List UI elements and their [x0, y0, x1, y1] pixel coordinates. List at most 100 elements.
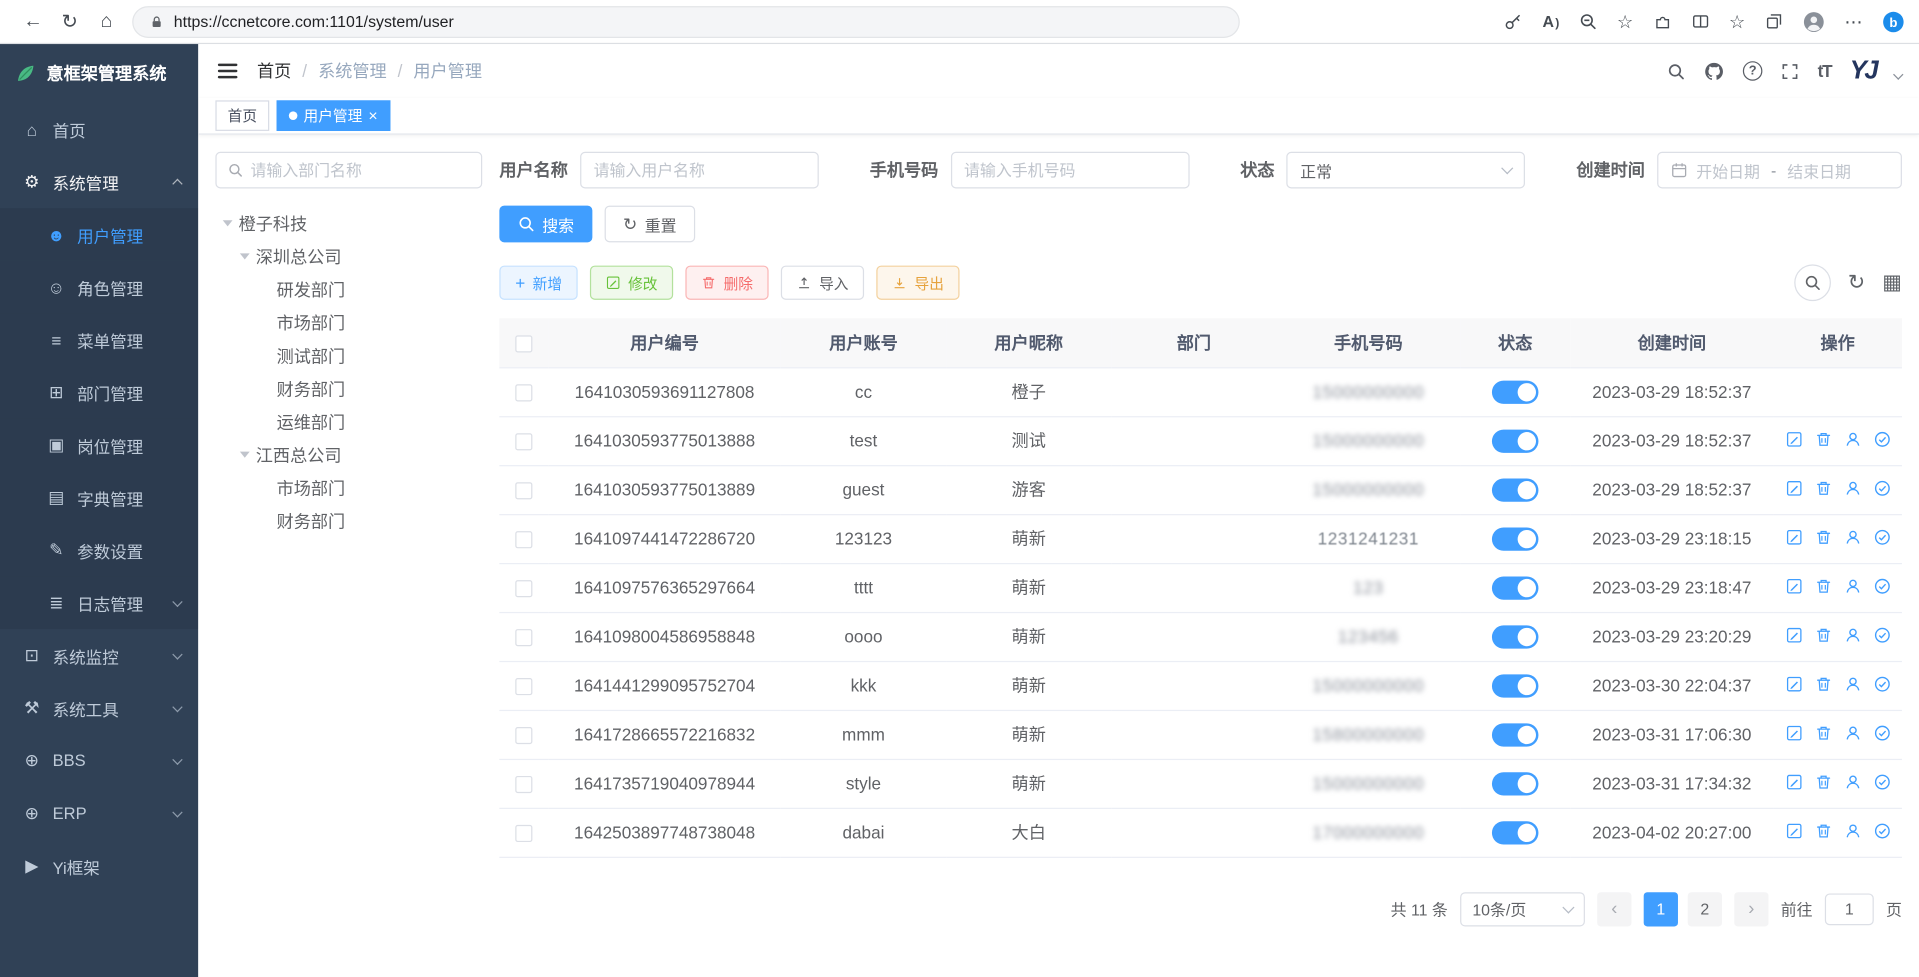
row-assign-role-icon[interactable] — [1873, 479, 1890, 496]
sidebar-menu-item[interactable]: ☻ 用户管理 — [0, 208, 198, 261]
sidebar-menu-item[interactable]: ⊞ 部门管理 — [0, 366, 198, 419]
toggle-search-icon[interactable] — [1794, 264, 1831, 301]
row-assign-role-icon[interactable] — [1873, 626, 1890, 643]
row-reset-password-icon[interactable] — [1844, 773, 1861, 790]
sidebar-menu-item[interactable]: ▤ 字典管理 — [0, 471, 198, 524]
phone-input[interactable] — [964, 161, 1176, 179]
prev-page-button[interactable]: ‹ — [1597, 892, 1631, 926]
address-bar[interactable]: https://ccnetcore.com:1101/system/user — [132, 6, 1240, 38]
github-icon[interactable] — [1704, 61, 1725, 82]
status-toggle[interactable] — [1492, 772, 1539, 795]
row-edit-icon[interactable] — [1785, 479, 1802, 496]
row-assign-role-icon[interactable] — [1873, 724, 1890, 741]
row-checkbox[interactable] — [515, 482, 532, 499]
sidebar-menu-item[interactable]: ⊕ ERP — [0, 787, 198, 840]
row-edit-icon[interactable] — [1785, 724, 1802, 741]
row-delete-icon[interactable] — [1814, 577, 1831, 594]
import-button[interactable]: 导入 — [781, 266, 864, 300]
browser-home-icon[interactable]: ⌂ — [88, 4, 125, 38]
password-key-icon[interactable] — [1505, 12, 1523, 30]
sidebar-menu-item[interactable]: ⚒ 系统工具 — [0, 682, 198, 735]
read-aloud-icon[interactable]: A — [1543, 12, 1560, 30]
status-select[interactable]: 正常 — [1287, 152, 1526, 189]
row-checkbox[interactable] — [515, 531, 532, 548]
row-edit-icon[interactable] — [1785, 773, 1802, 790]
select-all-checkbox[interactable] — [515, 335, 532, 352]
tree-node[interactable]: 运维部门 — [215, 405, 482, 438]
row-assign-role-icon[interactable] — [1873, 822, 1890, 839]
row-delete-icon[interactable] — [1814, 773, 1831, 790]
tree-node[interactable]: 市场部门 — [215, 471, 482, 504]
add-favorite-icon[interactable]: ☆ — [1617, 10, 1633, 32]
row-delete-icon[interactable] — [1814, 724, 1831, 741]
status-toggle[interactable] — [1492, 576, 1539, 599]
edit-button[interactable]: 修改 — [590, 266, 673, 300]
row-reset-password-icon[interactable] — [1844, 430, 1861, 447]
tree-node[interactable]: 财务部门 — [215, 372, 482, 405]
status-toggle[interactable] — [1492, 625, 1539, 648]
row-checkbox[interactable] — [515, 433, 532, 450]
page-number-button[interactable]: 2 — [1688, 892, 1722, 926]
dept-search-input[interactable] — [250, 161, 469, 179]
help-icon[interactable]: ? — [1743, 61, 1763, 81]
row-delete-icon[interactable] — [1814, 626, 1831, 643]
close-tab-icon[interactable]: × — [368, 108, 377, 124]
row-checkbox[interactable] — [515, 825, 532, 842]
fullscreen-icon[interactable] — [1781, 62, 1799, 80]
browser-refresh-icon[interactable]: ↻ — [51, 4, 88, 38]
next-page-button[interactable]: › — [1734, 892, 1768, 926]
tree-node[interactable]: 橙子科技 — [215, 207, 482, 240]
status-toggle[interactable] — [1492, 527, 1539, 550]
extensions-icon[interactable] — [1653, 12, 1671, 30]
sidebar-menu-item[interactable]: ✎ 参数设置 — [0, 524, 198, 577]
tree-node[interactable]: 研发部门 — [215, 273, 482, 306]
tab-home[interactable]: 首页 — [215, 100, 269, 131]
bing-logo-icon[interactable]: b — [1882, 10, 1904, 32]
row-edit-icon[interactable] — [1785, 430, 1802, 447]
sidebar-menu-item[interactable]: ⊡ 系统监控 — [0, 629, 198, 682]
breadcrumb-item[interactable]: 首页 — [257, 59, 291, 83]
row-edit-icon[interactable] — [1785, 577, 1802, 594]
favorites-bar-icon[interactable]: ☆ — [1729, 10, 1745, 32]
sidebar-menu-item[interactable]: ≣ 日志管理 — [0, 576, 198, 629]
tree-node[interactable]: 市场部门 — [215, 306, 482, 339]
sidebar-menu-item[interactable]: ▶ Yi框架 — [0, 840, 198, 893]
column-settings-icon[interactable]: ▦ — [1882, 270, 1902, 294]
row-assign-role-icon[interactable] — [1873, 528, 1890, 545]
row-reset-password-icon[interactable] — [1844, 675, 1861, 692]
row-delete-icon[interactable] — [1814, 528, 1831, 545]
row-checkbox[interactable] — [515, 629, 532, 646]
row-reset-password-icon[interactable] — [1844, 528, 1861, 545]
row-assign-role-icon[interactable] — [1873, 773, 1890, 790]
sidebar-menu-item[interactable]: ⊕ BBS — [0, 734, 198, 787]
status-toggle[interactable] — [1492, 429, 1539, 452]
add-button[interactable]: + 新增 — [499, 266, 578, 300]
status-toggle[interactable] — [1492, 723, 1539, 746]
status-toggle[interactable] — [1492, 674, 1539, 697]
export-button[interactable]: 导出 — [877, 266, 960, 300]
row-edit-icon[interactable] — [1785, 822, 1802, 839]
row-reset-password-icon[interactable] — [1844, 626, 1861, 643]
row-delete-icon[interactable] — [1814, 479, 1831, 496]
page-number-button[interactable]: 1 — [1644, 892, 1678, 926]
sidebar-menu-item[interactable]: ⚙ 系统管理 — [0, 155, 198, 208]
row-reset-password-icon[interactable] — [1844, 479, 1861, 496]
tab-user-management[interactable]: 用户管理 × — [277, 100, 390, 131]
row-checkbox[interactable] — [515, 727, 532, 744]
row-edit-icon[interactable] — [1785, 626, 1802, 643]
row-assign-role-icon[interactable] — [1873, 675, 1890, 692]
search-button[interactable]: 搜索 — [499, 206, 592, 243]
tree-node[interactable]: 深圳总公司 — [215, 240, 482, 273]
username-input[interactable] — [594, 161, 806, 179]
url-text[interactable]: https://ccnetcore.com:1101/system/user — [174, 12, 454, 30]
row-checkbox[interactable] — [515, 580, 532, 597]
browser-more-icon[interactable]: ⋯ — [1844, 10, 1862, 32]
row-assign-role-icon[interactable] — [1873, 430, 1890, 447]
collections-icon[interactable] — [1765, 12, 1783, 30]
refresh-table-icon[interactable]: ↻ — [1848, 270, 1865, 294]
row-delete-icon[interactable] — [1814, 822, 1831, 839]
zoom-out-icon[interactable] — [1579, 12, 1597, 30]
delete-button[interactable]: 删除 — [686, 266, 769, 300]
tree-node[interactable]: 测试部门 — [215, 339, 482, 372]
row-checkbox[interactable] — [515, 384, 532, 401]
